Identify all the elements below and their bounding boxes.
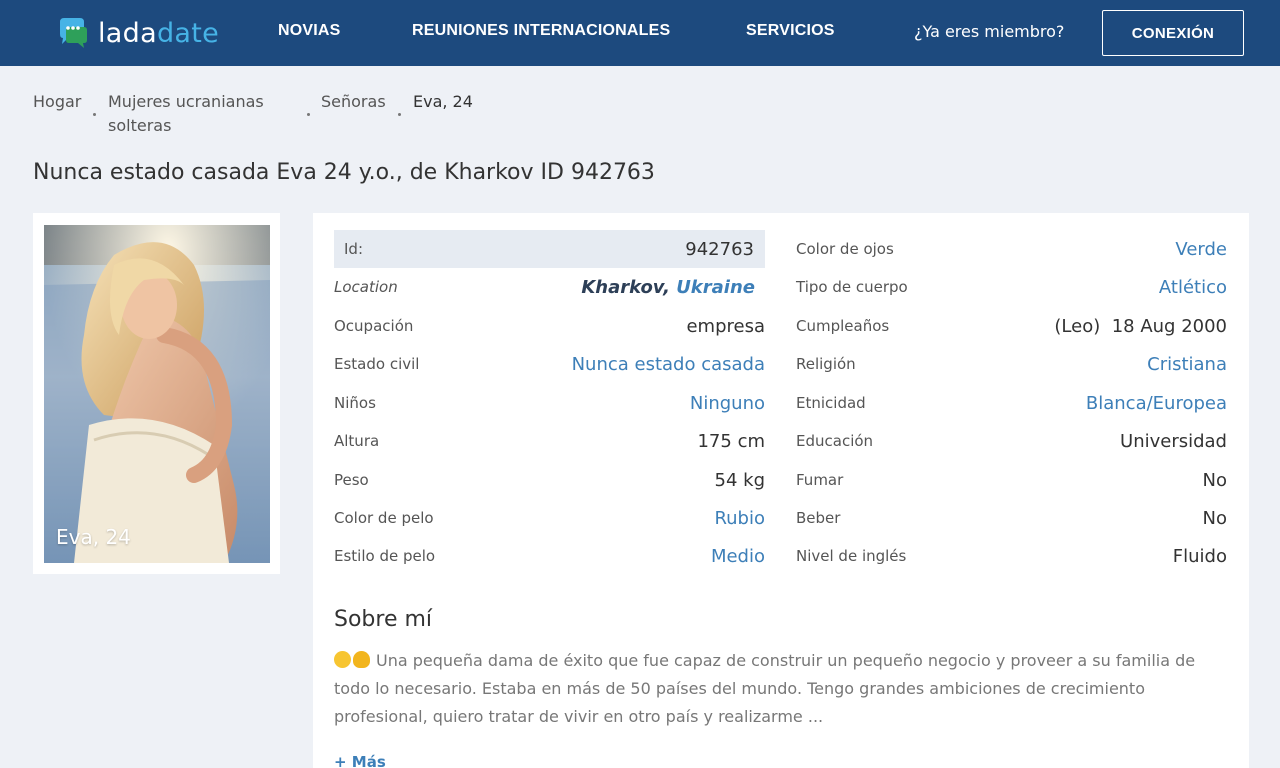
profile-row-smoking: Fumar No (796, 461, 1227, 499)
profile-row-drinking: Beber No (796, 499, 1227, 537)
profile-row-children: Niños Ninguno (334, 384, 765, 422)
profile-photo-card[interactable]: Eva, 24 (33, 213, 280, 574)
nav-item-servicios[interactable]: SERVICIOS (746, 22, 835, 40)
breadcrumb-item-ladies[interactable]: Señoras (321, 90, 386, 114)
about-text-ellipsis: ... (807, 707, 824, 726)
nav-item-novias[interactable]: NOVIAS (278, 22, 341, 40)
login-button[interactable]: CONEXIÓN (1102, 10, 1244, 56)
profile-value-drinking: No (1202, 507, 1227, 529)
logo-text: ladadate (98, 17, 220, 49)
profile-value-hair-style[interactable]: Medio (711, 546, 765, 567)
profile-label-marital-status: Estado civil (334, 355, 420, 373)
profile-row-occupation: Ocupación empresa (334, 307, 765, 345)
profile-row-weight: Peso 54 kg (334, 461, 765, 499)
profile-value-hair-color[interactable]: Rubio (714, 508, 765, 529)
profile-value-smoking: No (1202, 469, 1227, 491)
about-text-body: Una pequeña dama de éxito que fue capaz … (334, 651, 1196, 726)
smiling-face-emoji-icon (334, 651, 351, 668)
profile-value-ethnicity[interactable]: Blanca/Europea (1086, 393, 1227, 414)
profile-value-id: 942763 (685, 238, 754, 260)
profile-label-location: Location (334, 278, 398, 296)
profile-label-religion: Religión (796, 355, 856, 373)
profile-label-hair-style: Estilo de pelo (334, 547, 436, 565)
profile-value-weight: 54 kg (714, 469, 765, 491)
profile-row-birthday: Cumpleaños (Leo) 18 Aug 2000 (796, 307, 1227, 345)
profile-label-eye-color: Color de ojos (796, 240, 894, 258)
about-text: Una pequeña dama de éxito que fue capaz … (334, 647, 1204, 731)
profile-value-birthday: (Leo) 18 Aug 2000 (1054, 315, 1227, 337)
profile-value-children[interactable]: Ninguno (690, 393, 765, 414)
profile-row-location: Location Kharkov, Ukraine (334, 268, 765, 306)
profile-row-hair-color: Color de pelo Rubio (334, 499, 765, 537)
member-question-text: ¿Ya eres miembro? (914, 22, 1065, 41)
profile-row-eye-color: Color de ojos Verde (796, 230, 1227, 268)
profile-value-body-type[interactable]: Atlético (1159, 277, 1227, 298)
breadcrumb-separator (398, 113, 401, 116)
profile-value-location: Kharkov, Ukraine (581, 276, 755, 298)
profile-row-hair-style: Estilo de pelo Medio (334, 537, 765, 575)
profile-value-religion[interactable]: Cristiana (1147, 354, 1227, 375)
breadcrumb-separator (307, 113, 310, 116)
profile-label-education: Educación (796, 432, 874, 450)
nav-item-reuniones-internacionales[interactable]: REUNIONES INTERNACIONALES (412, 22, 670, 40)
breadcrumb-separator (93, 113, 96, 116)
site-logo[interactable]: ladadate (56, 14, 219, 52)
profile-row-body-type: Tipo de cuerpo Atlético (796, 268, 1227, 306)
show-more-link[interactable]: + Más (334, 753, 386, 768)
profile-label-id: Id: (344, 240, 363, 258)
breadcrumb-item-home[interactable]: Hogar (33, 90, 81, 114)
about-section-title: Sobre mí (334, 607, 433, 632)
profile-label-children: Niños (334, 394, 376, 412)
profile-label-height: Altura (334, 432, 380, 450)
top-navigation-bar: ladadate NOVIAS REUNIONES INTERNACIONALE… (0, 0, 1280, 66)
profile-row-religion: Religión Cristiana (796, 345, 1227, 383)
yellow-heart-emoji-icon (353, 651, 370, 668)
profile-value-eye-color[interactable]: Verde (1175, 239, 1227, 260)
profile-value-education: Universidad (1120, 430, 1227, 452)
profile-label-ethnicity: Etnicidad (796, 394, 866, 412)
profile-row-english-level: Nivel de inglés Fluido (796, 537, 1227, 575)
page-title: Nunca estado casada Eva 24 y.o., de Khar… (33, 160, 655, 185)
chat-bubble-logo-icon (56, 16, 90, 50)
profile-value-marital-status[interactable]: Nunca estado casada (572, 354, 765, 375)
profile-row-ethnicity: Etnicidad Blanca/Europea (796, 384, 1227, 422)
breadcrumb-item-category[interactable]: Mujeres ucranianas solteras (108, 90, 288, 138)
profile-label-weight: Peso (334, 471, 369, 489)
profile-label-body-type: Tipo de cuerpo (796, 278, 908, 296)
profile-label-english-level: Nivel de inglés (796, 547, 907, 565)
breadcrumb-item-current: Eva, 24 (413, 92, 473, 111)
profile-label-hair-color: Color de pelo (334, 509, 434, 527)
photo-caption: Eva, 24 (56, 525, 131, 549)
profile-row-height: Altura 175 cm (334, 422, 765, 460)
profile-label-birthday: Cumpleaños (796, 317, 890, 335)
profile-label-smoking: Fumar (796, 471, 844, 489)
profile-value-height: 175 cm (697, 430, 765, 452)
profile-label-occupation: Ocupación (334, 317, 414, 335)
profile-info-panel: Id: 942763 Location Kharkov, Ukraine Ocu… (313, 213, 1249, 768)
profile-row-marital-status: Estado civil Nunca estado casada (334, 345, 765, 383)
profile-row-education: Educación Universidad (796, 422, 1227, 460)
profile-value-occupation: empresa (686, 315, 765, 337)
profile-label-drinking: Beber (796, 509, 841, 527)
profile-row-id: Id: 942763 (334, 230, 765, 268)
profile-photo[interactable]: Eva, 24 (44, 225, 270, 563)
profile-value-english-level: Fluido (1172, 545, 1227, 567)
